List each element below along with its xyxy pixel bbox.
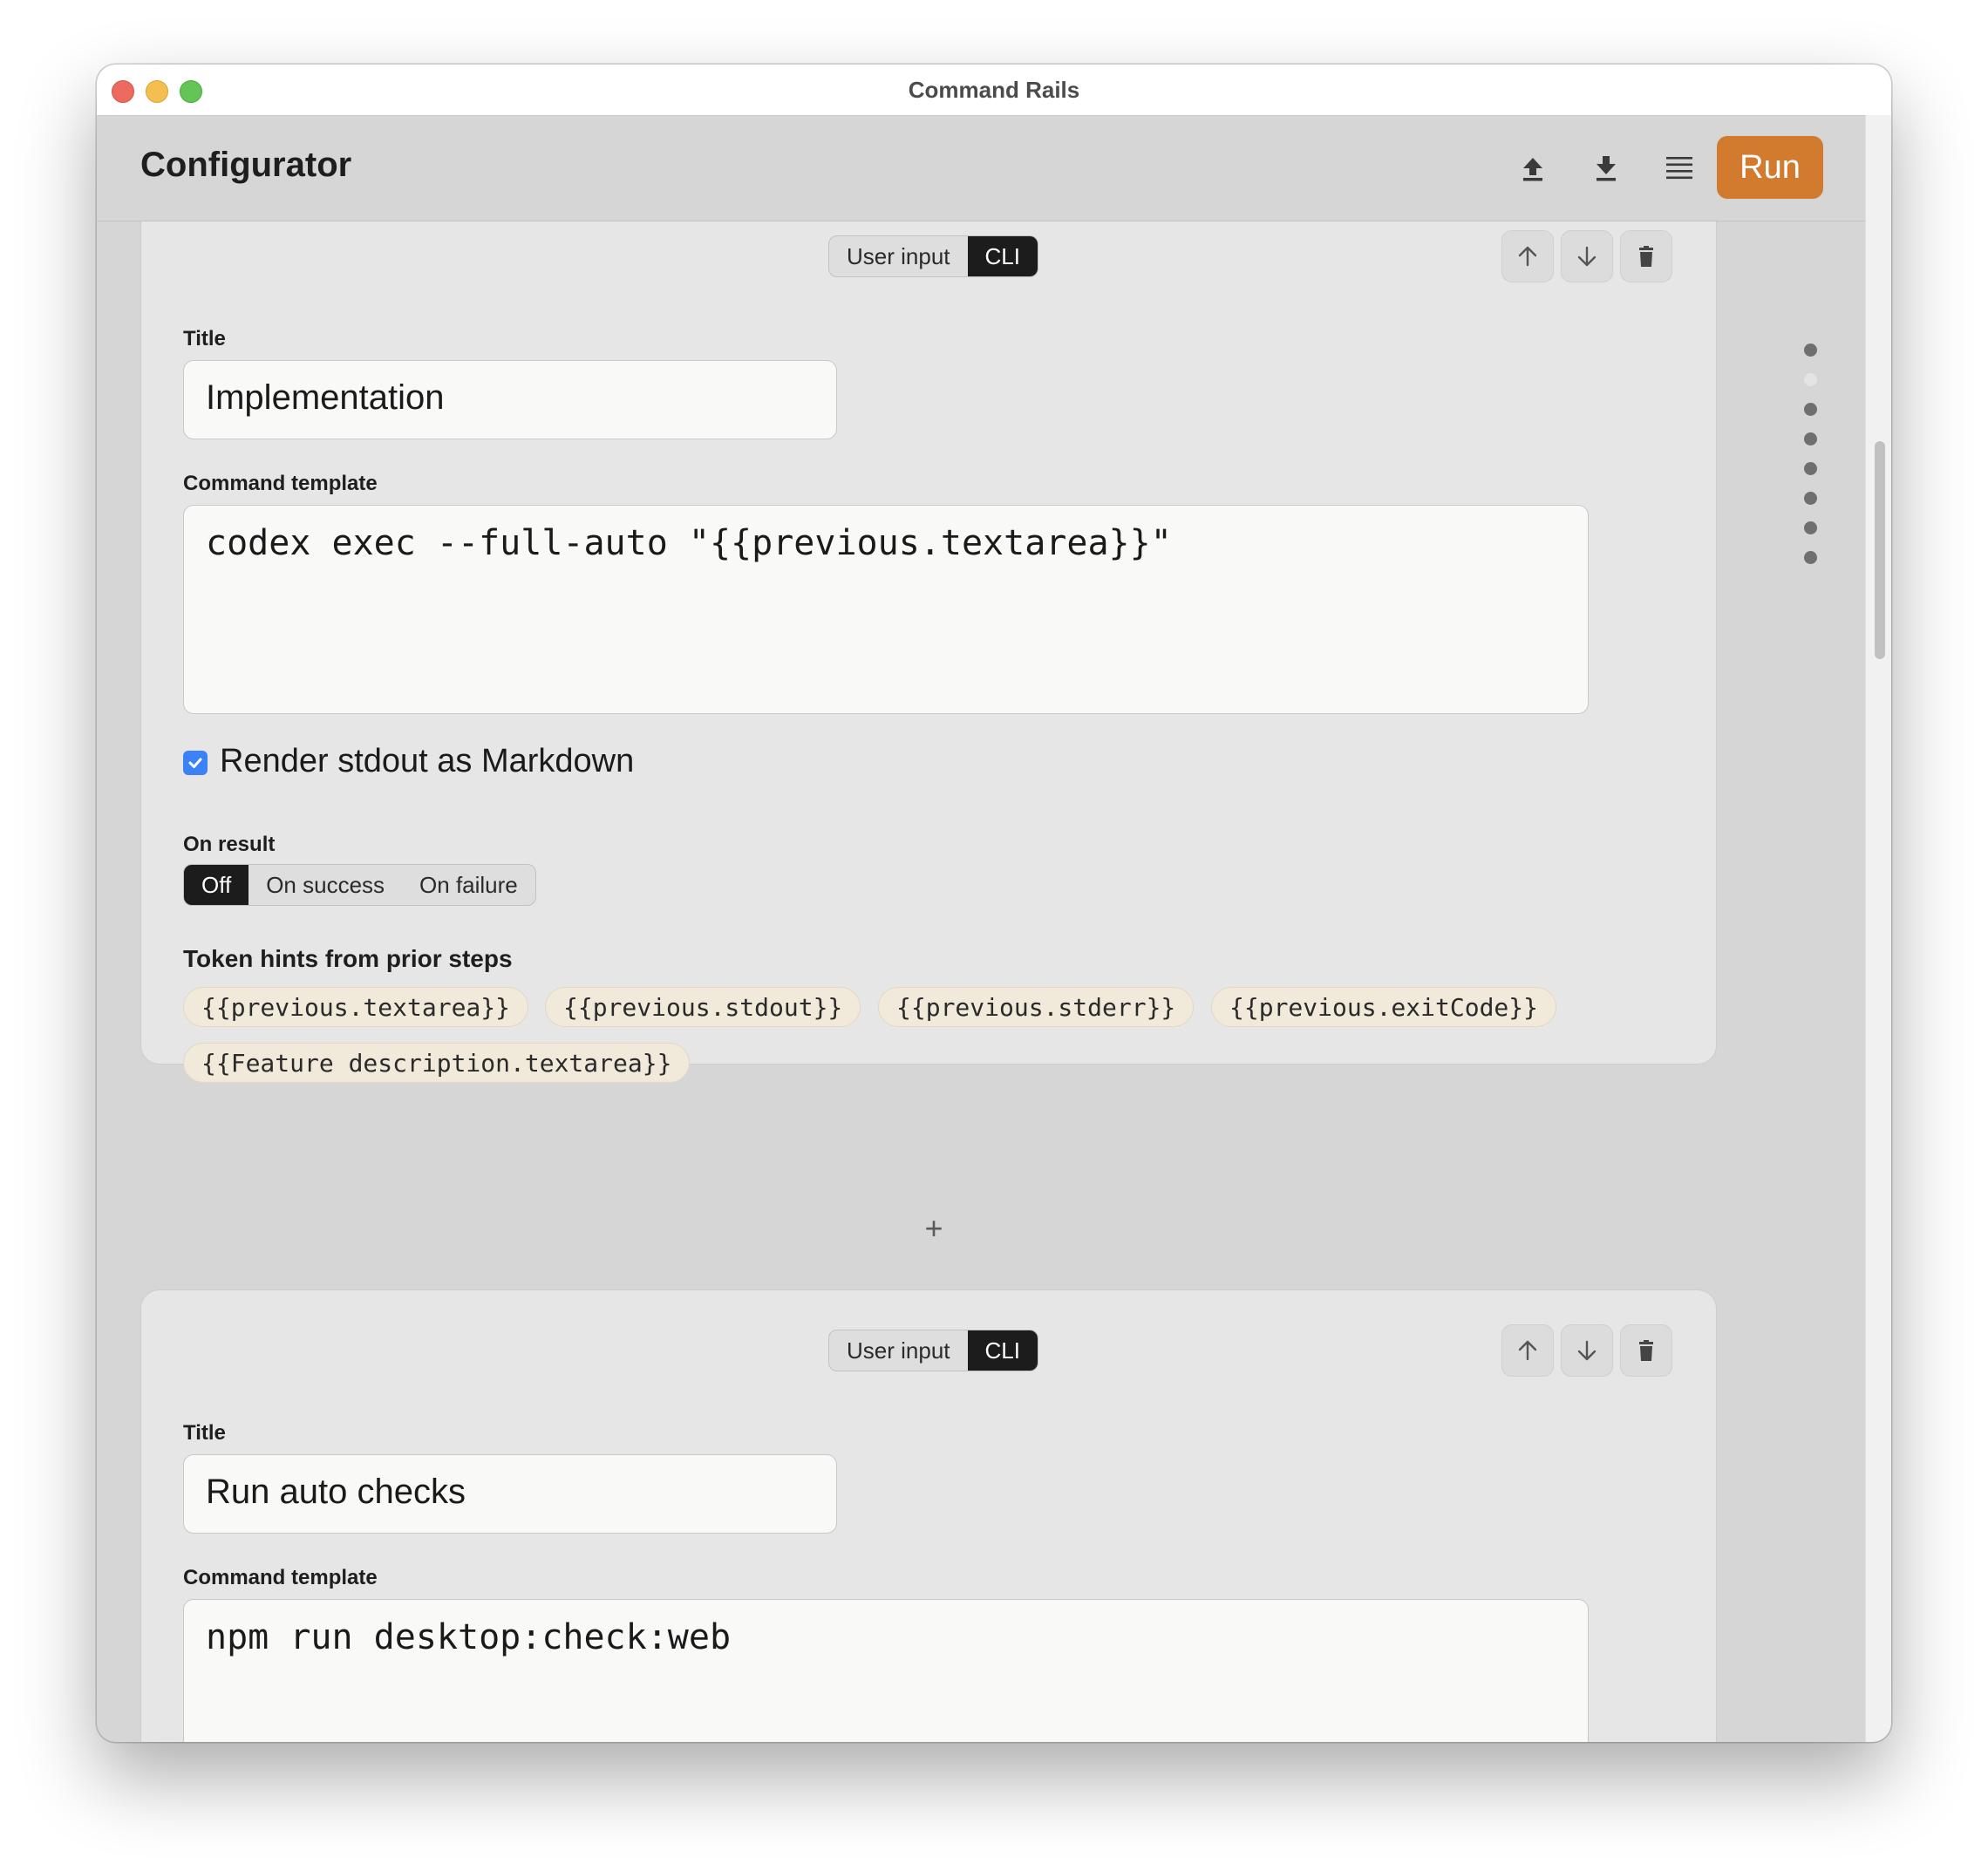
mode-option-user-input[interactable]: User input: [829, 1330, 968, 1371]
page-title: Configurator: [140, 146, 352, 184]
on-result-option-success[interactable]: On success: [248, 865, 402, 905]
move-down-button[interactable]: [1561, 230, 1613, 282]
run-button[interactable]: Run: [1717, 136, 1823, 199]
checkmark-icon: [188, 758, 202, 768]
render-markdown-checkbox[interactable]: [183, 751, 208, 775]
delete-step-button[interactable]: [1620, 230, 1672, 282]
delete-step-button[interactable]: [1620, 1324, 1672, 1377]
arrow-up-icon: [1518, 1340, 1537, 1361]
on-result-option-failure[interactable]: On failure: [402, 865, 535, 905]
step-nav-dot[interactable]: [1804, 403, 1817, 416]
step-card: User input CLI Title Run auto checks Com…: [140, 1289, 1717, 1742]
steps-scroll-area[interactable]: User input CLI Title Implementation Comm…: [97, 221, 1865, 1742]
download-icon[interactable]: [1589, 151, 1624, 186]
step-mode-toggle[interactable]: User input CLI: [828, 235, 1038, 277]
app-header: Configurator Run: [97, 116, 1865, 221]
step-nav-dot[interactable]: [1804, 344, 1817, 357]
command-template-input[interactable]: codex exec --full-auto "{{previous.texta…: [183, 505, 1589, 714]
render-markdown-label[interactable]: Render stdout as Markdown: [220, 743, 634, 780]
scrollbar-thumb[interactable]: [1875, 441, 1885, 659]
token-hint-chip[interactable]: {{previous.exitCode}}: [1211, 987, 1557, 1027]
title-label: Title: [183, 1421, 226, 1445]
mode-option-cli[interactable]: CLI: [967, 1330, 1038, 1371]
mode-option-cli[interactable]: CLI: [967, 236, 1038, 276]
step-card: User input CLI Title Implementation Comm…: [140, 221, 1717, 1083]
token-hint-chip[interactable]: {{previous.stderr}}: [878, 987, 1195, 1027]
step-nav-dot[interactable]: [1804, 462, 1817, 475]
token-hint-chip[interactable]: {{previous.textarea}}: [183, 987, 529, 1027]
step-mode-toggle[interactable]: User input CLI: [828, 1330, 1038, 1371]
command-template-input[interactable]: npm run desktop:check:web: [183, 1599, 1589, 1742]
app-window: Command Rails Configurator Run User inpu…: [97, 65, 1891, 1742]
step-nav-dot[interactable]: [1804, 432, 1817, 446]
step-nav-dot[interactable]: [1804, 492, 1817, 505]
trash-icon: [1639, 246, 1653, 267]
arrow-up-icon: [1518, 246, 1537, 267]
on-result-option-off[interactable]: Off: [184, 865, 249, 905]
trash-icon: [1639, 1340, 1653, 1361]
step-nav-dot-current[interactable]: [1804, 373, 1817, 386]
upload-icon[interactable]: [1515, 151, 1550, 186]
vertical-scrollbar[interactable]: [1865, 115, 1891, 1742]
add-step-button[interactable]: +: [916, 1210, 951, 1246]
step-actions: [1501, 230, 1685, 282]
step-nav-dot[interactable]: [1804, 521, 1817, 534]
token-hint-chip[interactable]: {{Feature description.textarea}}: [183, 1043, 691, 1083]
menu-icon[interactable]: [1662, 151, 1697, 186]
step-nav-dot[interactable]: [1804, 551, 1817, 564]
on-result-label: On result: [183, 833, 276, 856]
window-titlebar: Command Rails: [97, 65, 1891, 116]
command-template-label: Command template: [183, 472, 378, 495]
mode-option-user-input[interactable]: User input: [829, 236, 968, 276]
window-title: Command Rails: [908, 77, 1080, 103]
title-label: Title: [183, 327, 226, 350]
step-actions: [1501, 1324, 1685, 1377]
title-input[interactable]: Implementation: [183, 360, 837, 439]
command-template-label: Command template: [183, 1566, 378, 1589]
title-input[interactable]: Run auto checks: [183, 1454, 837, 1534]
move-up-button[interactable]: [1501, 230, 1554, 282]
move-down-button[interactable]: [1561, 1324, 1613, 1377]
move-up-button[interactable]: [1501, 1324, 1554, 1377]
token-hint-chip[interactable]: {{previous.stdout}}: [545, 987, 861, 1027]
on-result-toggle[interactable]: Off On success On failure: [183, 864, 536, 906]
token-hints-label: Token hints from prior steps: [183, 945, 513, 972]
arrow-down-icon: [1577, 1340, 1597, 1361]
arrow-down-icon: [1577, 246, 1597, 267]
